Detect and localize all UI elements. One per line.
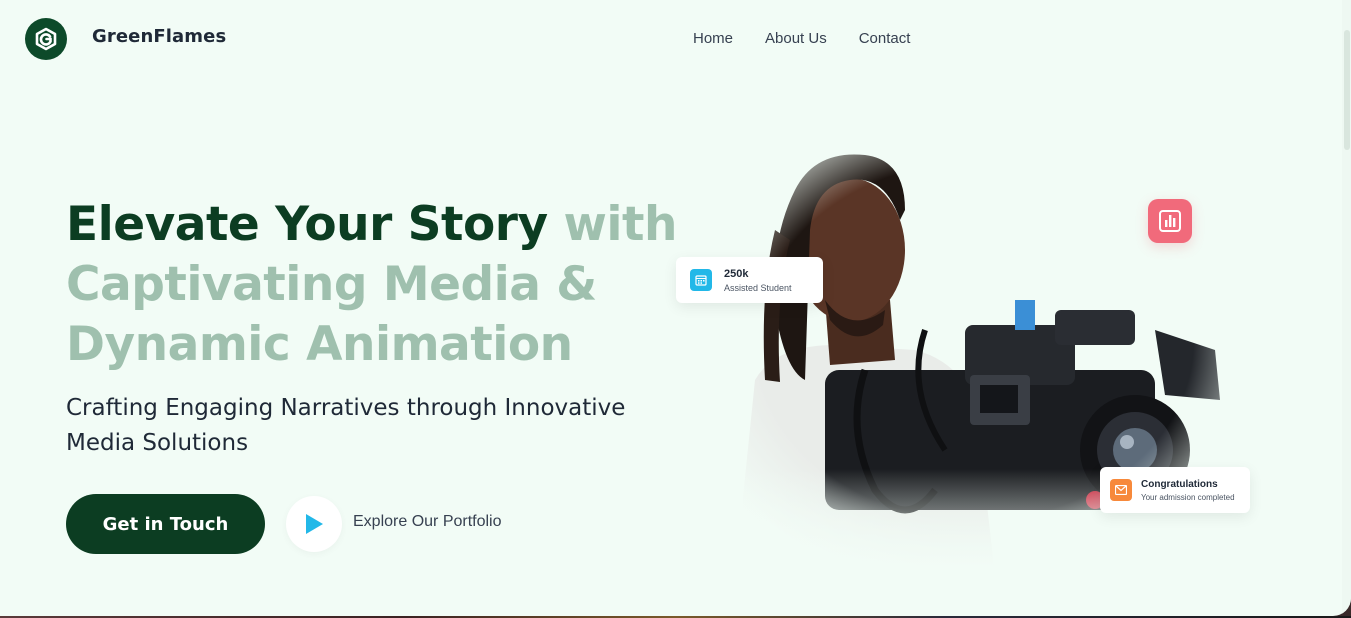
congrats-title: Congratulations bbox=[1141, 478, 1218, 490]
stats-badge bbox=[1148, 199, 1192, 243]
students-value: 250k bbox=[724, 267, 749, 280]
brand-logo[interactable] bbox=[25, 18, 67, 60]
get-in-touch-button[interactable]: Get in Touch bbox=[66, 494, 265, 554]
calendar-icon bbox=[690, 269, 712, 291]
logo-g-icon bbox=[35, 27, 57, 51]
landing-page: GreenFlames Home About Us Contact Elevat… bbox=[0, 0, 1351, 616]
nav-item-about-us[interactable]: About Us bbox=[765, 30, 827, 47]
scrollbar-thumb[interactable] bbox=[1344, 30, 1350, 150]
hero-headline: Elevate Your Story with Captivating Medi… bbox=[66, 195, 686, 375]
bar-chart-icon bbox=[1159, 210, 1181, 232]
headline-dark-part: Elevate Your Story bbox=[66, 197, 548, 252]
nav-item-home[interactable]: Home bbox=[693, 30, 733, 47]
play-video-button[interactable] bbox=[286, 496, 342, 552]
explore-portfolio-link[interactable]: Explore Our Portfolio bbox=[353, 513, 502, 531]
play-icon bbox=[306, 514, 323, 534]
congratulations-card: Congratulations Your admission completed bbox=[1100, 467, 1250, 513]
brand-name[interactable]: GreenFlames bbox=[92, 26, 226, 47]
students-label: Assisted Student bbox=[724, 282, 792, 293]
vertical-scrollbar[interactable] bbox=[1342, 0, 1351, 616]
mail-icon bbox=[1110, 479, 1132, 501]
main-nav: Home About Us Contact bbox=[693, 30, 910, 47]
hero-subheadline: Crafting Engaging Narratives through Inn… bbox=[66, 395, 626, 456]
nav-item-contact[interactable]: Contact bbox=[859, 30, 911, 47]
assisted-students-card: 250k Assisted Student bbox=[676, 257, 823, 303]
congrats-subtitle: Your admission completed bbox=[1141, 492, 1235, 502]
